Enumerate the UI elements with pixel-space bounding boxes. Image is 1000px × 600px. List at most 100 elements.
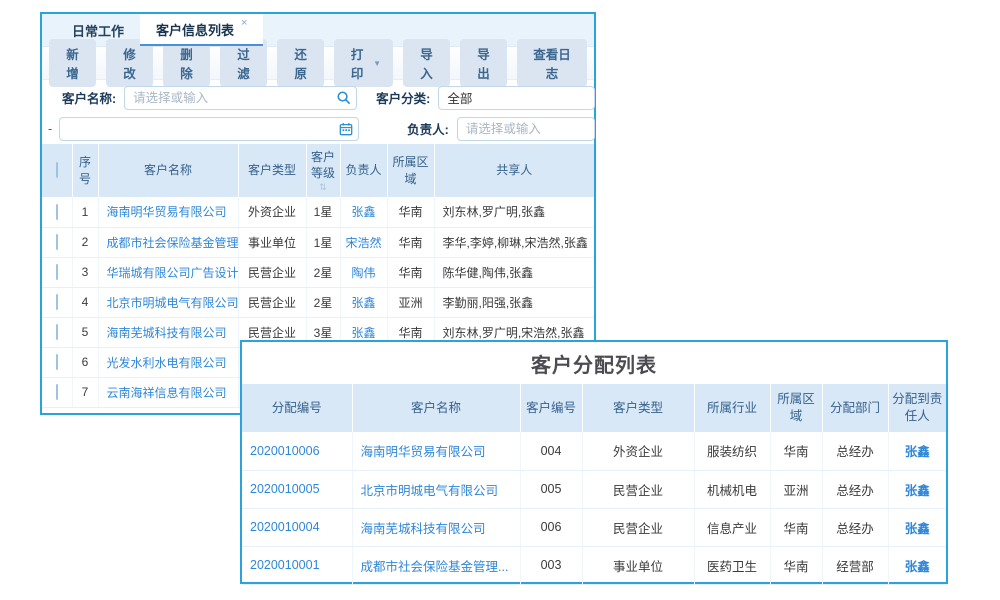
customer-name-link[interactable]: 海南明华贸易有限公司 [352,432,520,470]
industry-cell: 机械机电 [694,470,770,508]
customer-name-label: 客户名称: [62,88,116,107]
toolbar-button[interactable]: 修改 [106,39,153,87]
col-customer-no: 客户编号 [520,384,582,432]
row-checkbox[interactable] [56,354,58,370]
row-checkbox-cell [42,257,72,287]
customer-name-link[interactable]: 光发水利水电有限公司 [98,347,238,377]
shared-cell: 陈华健,陶伟,张鑫 [434,257,594,287]
customer-level-cell: 1星 [306,197,340,227]
alloc-no-link[interactable]: 2020010006 [242,432,352,470]
owner-input[interactable] [457,117,595,141]
header-checkbox-cell [42,144,72,197]
customer-no-cell: 005 [520,470,582,508]
customer-table-row: 1 海南明华贸易有限公司 外资企业 1星 张鑫 华南 刘东林,罗广明,张鑫 [42,197,594,227]
row-checkbox[interactable] [56,324,58,340]
assignee-link[interactable]: 张鑫 [888,508,946,546]
toolbar-button[interactable]: 导出 [460,39,507,87]
col-shared: 共享人 [434,144,594,197]
customer-name-link[interactable]: 北京市明城电气有限公司 [352,470,520,508]
col-region: 所属区域 [770,384,822,432]
industry-cell: 医药卫生 [694,546,770,584]
shared-cell: 李华,李婷,柳琳,宋浩然,张鑫 [434,227,594,257]
alloc-no-link[interactable]: 2020010001 [242,546,352,584]
toolbar-button[interactable]: 查看日志 [517,39,587,87]
assignee-link[interactable]: 张鑫 [888,432,946,470]
customer-level-cell: 1星 [306,227,340,257]
toolbar-button[interactable]: 新增 [49,39,96,87]
owner-link[interactable]: 张鑫 [340,287,387,317]
select-all-checkbox[interactable] [56,162,58,178]
toolbar-button[interactable]: 导入 [403,39,450,87]
row-checkbox[interactable] [56,204,58,220]
toolbar-button[interactable]: 打印 ▼ [334,39,393,87]
region-cell: 华南 [387,197,434,227]
customer-no-cell: 004 [520,432,582,470]
row-checkbox-cell [42,317,72,347]
customer-name-link[interactable]: 成都市社会保险基金管理... [98,227,238,257]
date-to-input[interactable] [59,117,359,141]
date-range-separator: - [48,122,52,136]
assignee-link[interactable]: 张鑫 [888,470,946,508]
customer-name-link[interactable]: 海南芜城科技有限公司 [352,508,520,546]
tab[interactable]: 客户信息列表 × [140,14,263,46]
sort-icon[interactable]: ⇅ [309,183,338,192]
col-assignee: 分配到责任人 [888,384,946,432]
col-customer-name: 客户名称 [98,144,238,197]
row-checkbox-cell [42,287,72,317]
col-customer-type: 客户类型 [238,144,306,197]
row-checkbox[interactable] [56,264,58,280]
row-checkbox-cell [42,347,72,377]
customer-name-link[interactable]: 华瑞城有限公司广告设计部 [98,257,238,287]
owner-link[interactable]: 陶伟 [340,257,387,287]
customer-name-link[interactable]: 云南海祥信息有限公司 [98,377,238,407]
toolbar-button[interactable]: 删除 [163,39,210,87]
region-cell: 华南 [770,432,822,470]
customer-name-link[interactable]: 海南明华贸易有限公司 [98,197,238,227]
customer-type-cell: 民营企业 [582,508,694,546]
calendar-icon[interactable] [338,121,353,136]
customer-level-cell: 2星 [306,257,340,287]
customer-type-cell: 外资企业 [238,197,306,227]
owner-link[interactable]: 宋浩然 [340,227,387,257]
customer-name-link[interactable]: 成都市社会保险基金管理... [352,546,520,584]
allocation-table-header-row: 分配编号 客户名称 客户编号 客户类型 所属行业 所属区域 分配部门 分配到责任… [242,384,946,432]
col-region: 所属区域 [387,144,434,197]
customer-name-link[interactable]: 海南芜城科技有限公司 [98,317,238,347]
region-cell: 亚洲 [770,470,822,508]
toolbar-button[interactable]: 还原 [277,39,324,87]
col-industry: 所属行业 [694,384,770,432]
owner-label: 负责人: [407,119,449,138]
region-cell: 亚洲 [387,287,434,317]
row-checkbox-cell [42,377,72,407]
col-seq: 序号 [72,144,98,197]
tab-close-icon[interactable]: × [241,17,247,29]
seq-cell: 1 [72,197,98,227]
search-icon[interactable] [336,90,351,105]
allocation-table: 分配编号 客户名称 客户编号 客户类型 所属行业 所属区域 分配部门 分配到责任… [242,384,946,585]
tab[interactable]: 日常工作 [56,14,140,46]
region-cell: 华南 [770,546,822,584]
alloc-no-link[interactable]: 2020010004 [242,508,352,546]
customer-type-cell: 民营企业 [238,287,306,317]
dept-cell: 总经办 [822,432,888,470]
customer-category-select[interactable] [438,86,595,110]
allocation-panel-title: 客户分配列表 [242,342,946,384]
customer-no-cell: 003 [520,546,582,584]
row-checkbox[interactable] [56,294,58,310]
row-checkbox[interactable] [56,234,58,250]
dept-cell: 总经办 [822,508,888,546]
owner-link[interactable]: 张鑫 [340,197,387,227]
row-checkbox[interactable] [56,384,58,400]
toolbar: 新增 修改 删除 过滤 还原 打印 [42,47,594,80]
shared-cell: 刘东林,罗广明,张鑫 [434,197,594,227]
toolbar-button[interactable]: 过滤 [220,39,267,87]
alloc-no-link[interactable]: 2020010005 [242,470,352,508]
customer-name-link[interactable]: 北京市明城电气有限公司 [98,287,238,317]
customer-name-input[interactable] [124,86,357,110]
customer-table-header-row: 序号 客户名称 客户类型 客户等级⇅ 负责人 所属区域 共享人 [42,144,594,197]
assignee-link[interactable]: 张鑫 [888,546,946,584]
seq-cell: 6 [72,347,98,377]
customer-type-cell: 民营企业 [582,470,694,508]
col-customer-type: 客户类型 [582,384,694,432]
col-customer-level[interactable]: 客户等级⇅ [306,144,340,197]
